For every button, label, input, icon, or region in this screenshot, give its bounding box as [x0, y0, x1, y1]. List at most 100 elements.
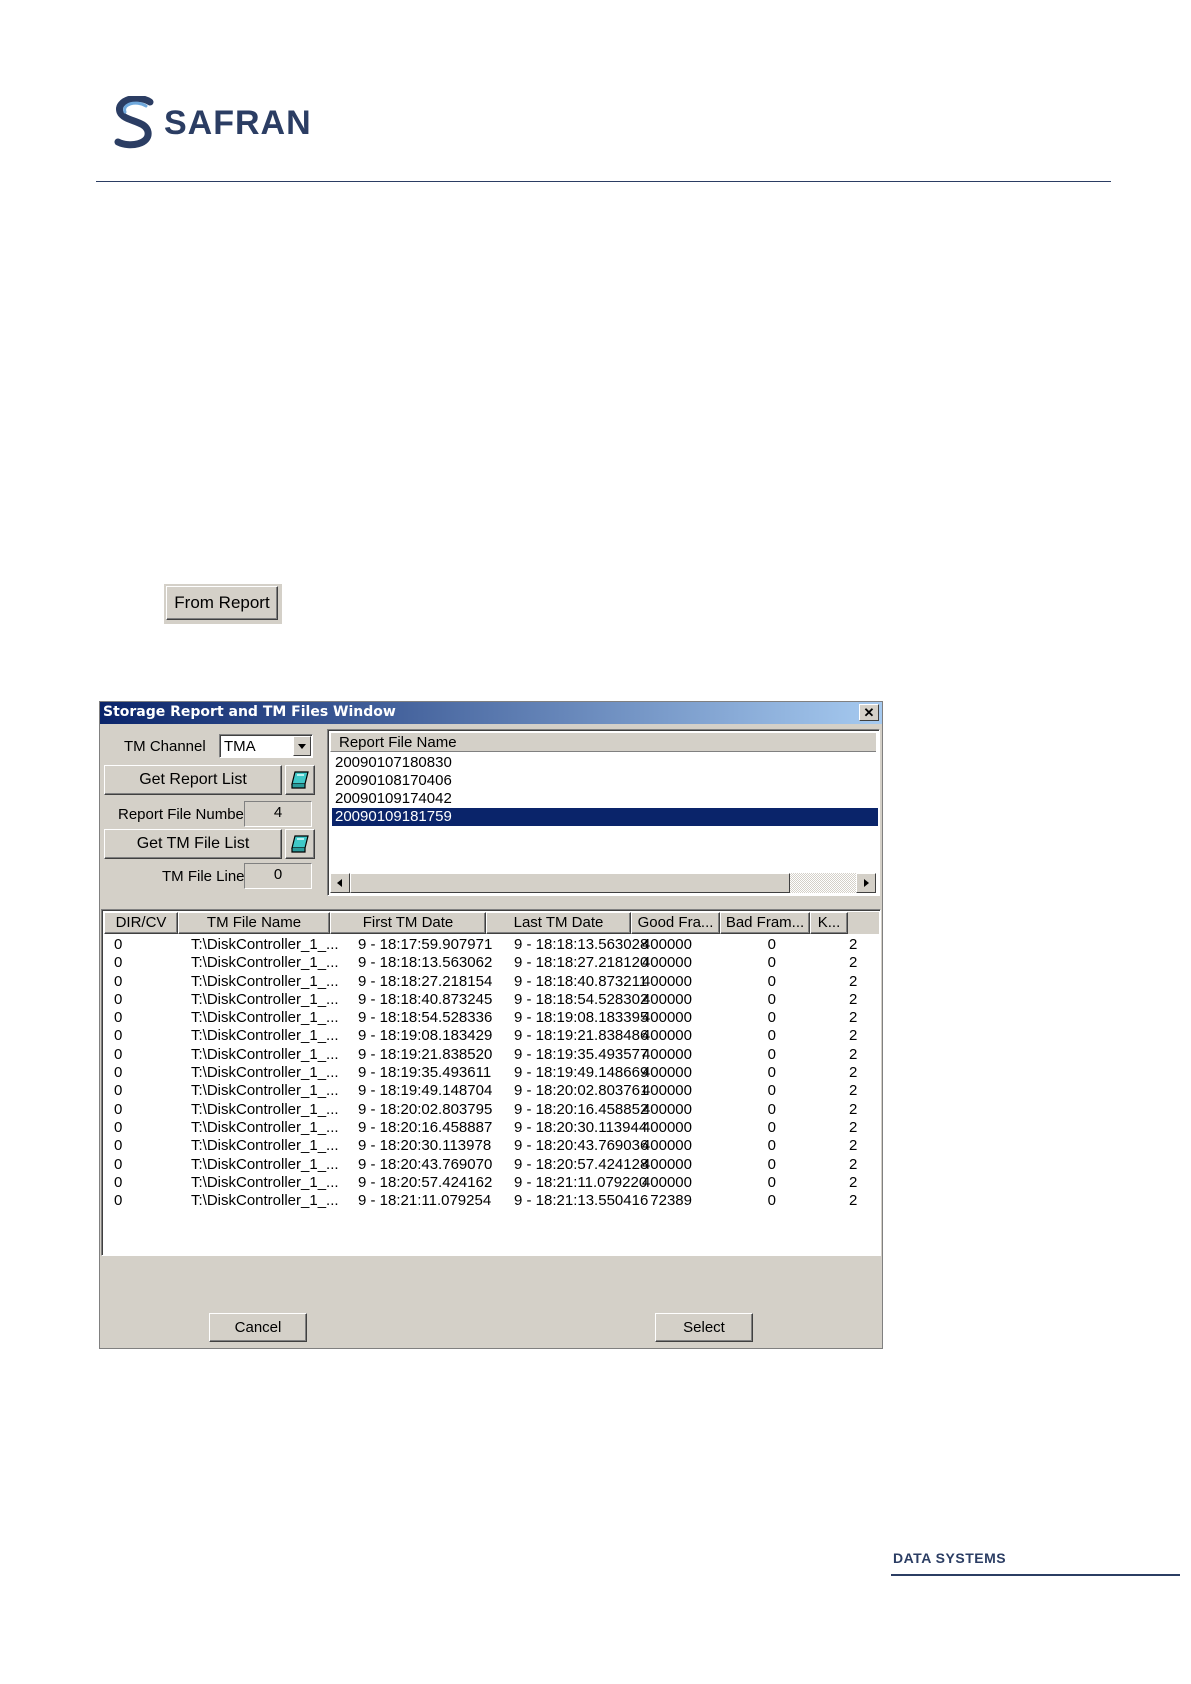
get-report-list-button[interactable]: Get Report List [104, 765, 282, 795]
table-row[interactable]: 0 T:\DiskController_1_... 9 - 18:19:49.148… [104, 1082, 879, 1100]
table-row[interactable]: 0 T:\DiskController_1_... 9 - 18:18:27.218… [104, 973, 879, 991]
table-cell: T:\DiskController_1_... [191, 1118, 339, 1136]
table-cell: 0 [114, 1155, 123, 1173]
from-report-button[interactable]: From Report [166, 586, 278, 620]
table-cell: 400000 [641, 1082, 692, 1100]
table-cell: 2 [849, 1045, 858, 1063]
table-cell: 400000 [641, 1173, 692, 1191]
table-cell: T:\DiskController_1_... [191, 1009, 339, 1027]
report-file-number-label: Report File Number [118, 806, 249, 823]
table-row[interactable]: 0 T:\DiskController_1_... 9 - 18:19:21.838… [104, 1046, 879, 1064]
table-cell: 400000 [641, 1009, 692, 1027]
table-cell: 9 - 18:18:40.873245 [358, 990, 493, 1008]
table-cell: 2 [849, 1137, 858, 1155]
table-row[interactable]: 0 T:\DiskController_1_... 9 - 18:18:54.528… [104, 1009, 879, 1027]
scroll-right-arrow-icon[interactable] [856, 873, 876, 893]
chevron-down-icon[interactable] [293, 736, 311, 756]
table-cell: 2 [849, 1155, 858, 1173]
table-cell: 0 [114, 990, 123, 1008]
column-header[interactable]: Good Fra... [631, 912, 720, 934]
tm-channel-value: TMA [224, 738, 256, 755]
table-cell: 400000 [641, 1118, 692, 1136]
footer-brand-label: DATA SYSTEMS [893, 1550, 1007, 1566]
table-cell: 2 [849, 1082, 858, 1100]
table-cell: 0 [114, 1137, 123, 1155]
table-cell: 9 - 18:18:54.528336 [358, 1009, 493, 1027]
table-cell: 2 [849, 1100, 858, 1118]
scroll-left-arrow-icon[interactable] [330, 873, 350, 893]
report-list-header[interactable]: Report File Name [330, 732, 876, 752]
dialog-title: Storage Report and TM Files Window [103, 704, 396, 720]
table-cell: T:\DiskController_1_... [191, 1192, 339, 1210]
table-cell: T:\DiskController_1_... [191, 954, 339, 972]
table-cell: 9 - 18:19:21.838520 [358, 1045, 493, 1063]
table-cell: T:\DiskController_1_... [191, 1045, 339, 1063]
table-cell: 0 [767, 1137, 776, 1155]
report-list-item[interactable]: 20090109181759 [332, 808, 878, 826]
tm-file-line-label: TM File Line [162, 868, 245, 885]
table-row[interactable]: 0 T:\DiskController_1_... 9 - 18:18:40.873… [104, 991, 879, 1009]
report-list-item[interactable]: 20090109174042 [332, 790, 878, 808]
tm-file-table[interactable]: DIR/CV TM File Name First TM Date Last TM D… [101, 909, 881, 1256]
table-cell: T:\DiskController_1_... [191, 1155, 339, 1173]
tm-table-body: 0 T:\DiskController_1_... 9 - 18:17:59.907… [104, 936, 879, 1210]
tm-channel-select[interactable]: TMA [219, 734, 313, 758]
select-button[interactable]: Select [655, 1313, 753, 1342]
table-cell: 0 [114, 1027, 123, 1045]
table-cell: 400000 [641, 990, 692, 1008]
column-header[interactable]: Bad Fram... [720, 912, 810, 934]
report-list-item[interactable]: 20090107180830 [332, 754, 878, 772]
get-tm-file-list-icon-button[interactable] [285, 829, 315, 859]
table-cell: 400000 [641, 1137, 692, 1155]
table-row[interactable]: 0 T:\DiskController_1_... 9 - 18:17:59.907… [104, 936, 879, 954]
scroll-thumb[interactable] [350, 873, 790, 893]
column-header[interactable]: Last TM Date [486, 912, 631, 934]
column-header[interactable]: TM File Name [178, 912, 330, 934]
table-row[interactable]: 0 T:\DiskController_1_... 9 - 18:20:02.803… [104, 1101, 879, 1119]
table-row[interactable]: 0 T:\DiskController_1_... 9 - 18:20:43.769… [104, 1156, 879, 1174]
column-header[interactable]: DIR/CV [104, 912, 178, 934]
table-row[interactable]: 0 T:\DiskController_1_... 9 - 18:18:13.563… [104, 954, 879, 972]
column-header[interactable]: First TM Date [330, 912, 486, 934]
table-cell: 9 - 18:20:16.458887 [358, 1118, 493, 1136]
table-cell: 0 [114, 1045, 123, 1063]
table-cell: 400000 [641, 1064, 692, 1082]
get-tm-file-list-button[interactable]: Get TM File List [104, 829, 282, 859]
table-cell: 9 - 18:17:59.907971 [358, 936, 493, 953]
table-cell: T:\DiskController_1_... [191, 936, 339, 953]
table-row[interactable]: 0 T:\DiskController_1_... 9 - 18:20:16.458… [104, 1119, 879, 1137]
eraser-icon [291, 771, 309, 789]
table-cell: T:\DiskController_1_... [191, 1064, 339, 1082]
report-list: 20090107180830 20090108170406 200901091740… [332, 754, 878, 826]
table-cell: 9 - 18:19:35.493611 [358, 1064, 492, 1082]
table-cell: 0 [767, 1173, 776, 1191]
table-cell: T:\DiskController_1_... [191, 1173, 339, 1191]
table-cell: 0 [767, 1192, 776, 1210]
table-cell: T:\DiskController_1_... [191, 990, 339, 1008]
table-row[interactable]: 0 T:\DiskController_1_... 9 - 18:20:57.424… [104, 1174, 879, 1192]
report-list-hscrollbar[interactable] [330, 873, 876, 893]
close-button[interactable]: ✕ [859, 704, 879, 721]
report-file-listbox[interactable]: Report File Name 20090107180830 200901081… [327, 729, 880, 896]
table-cell: 2 [849, 1118, 858, 1136]
table-cell: 0 [114, 954, 123, 972]
report-list-item[interactable]: 20090108170406 [332, 772, 878, 790]
cancel-button[interactable]: Cancel [209, 1313, 307, 1342]
table-row[interactable]: 0 T:\DiskController_1_... 9 - 18:21:11.079… [104, 1192, 879, 1210]
table-cell: 0 [114, 972, 123, 990]
get-report-list-icon-button[interactable] [285, 765, 315, 795]
table-row[interactable]: 0 T:\DiskController_1_... 9 - 18:19:08.183… [104, 1027, 879, 1045]
table-cell: 0 [114, 1064, 123, 1082]
column-header[interactable]: K... [810, 912, 848, 934]
table-row[interactable]: 0 T:\DiskController_1_... 9 - 18:19:35.493… [104, 1064, 879, 1082]
table-cell: 2 [849, 1009, 858, 1027]
table-cell: 9 - 18:20:30.113978 [358, 1137, 492, 1155]
table-row[interactable]: 0 T:\DiskController_1_... 9 - 18:20:30.113… [104, 1137, 879, 1155]
table-cell: 0 [767, 1009, 776, 1027]
table-cell: 9 - 18:19:08.183429 [358, 1027, 493, 1045]
table-cell: T:\DiskController_1_... [191, 1027, 339, 1045]
table-cell: 0 [767, 1045, 776, 1063]
table-cell: T:\DiskController_1_... [191, 1137, 339, 1155]
table-cell: 0 [767, 936, 776, 953]
tm-table-header: DIR/CV TM File Name First TM Date Last TM D… [104, 912, 879, 934]
